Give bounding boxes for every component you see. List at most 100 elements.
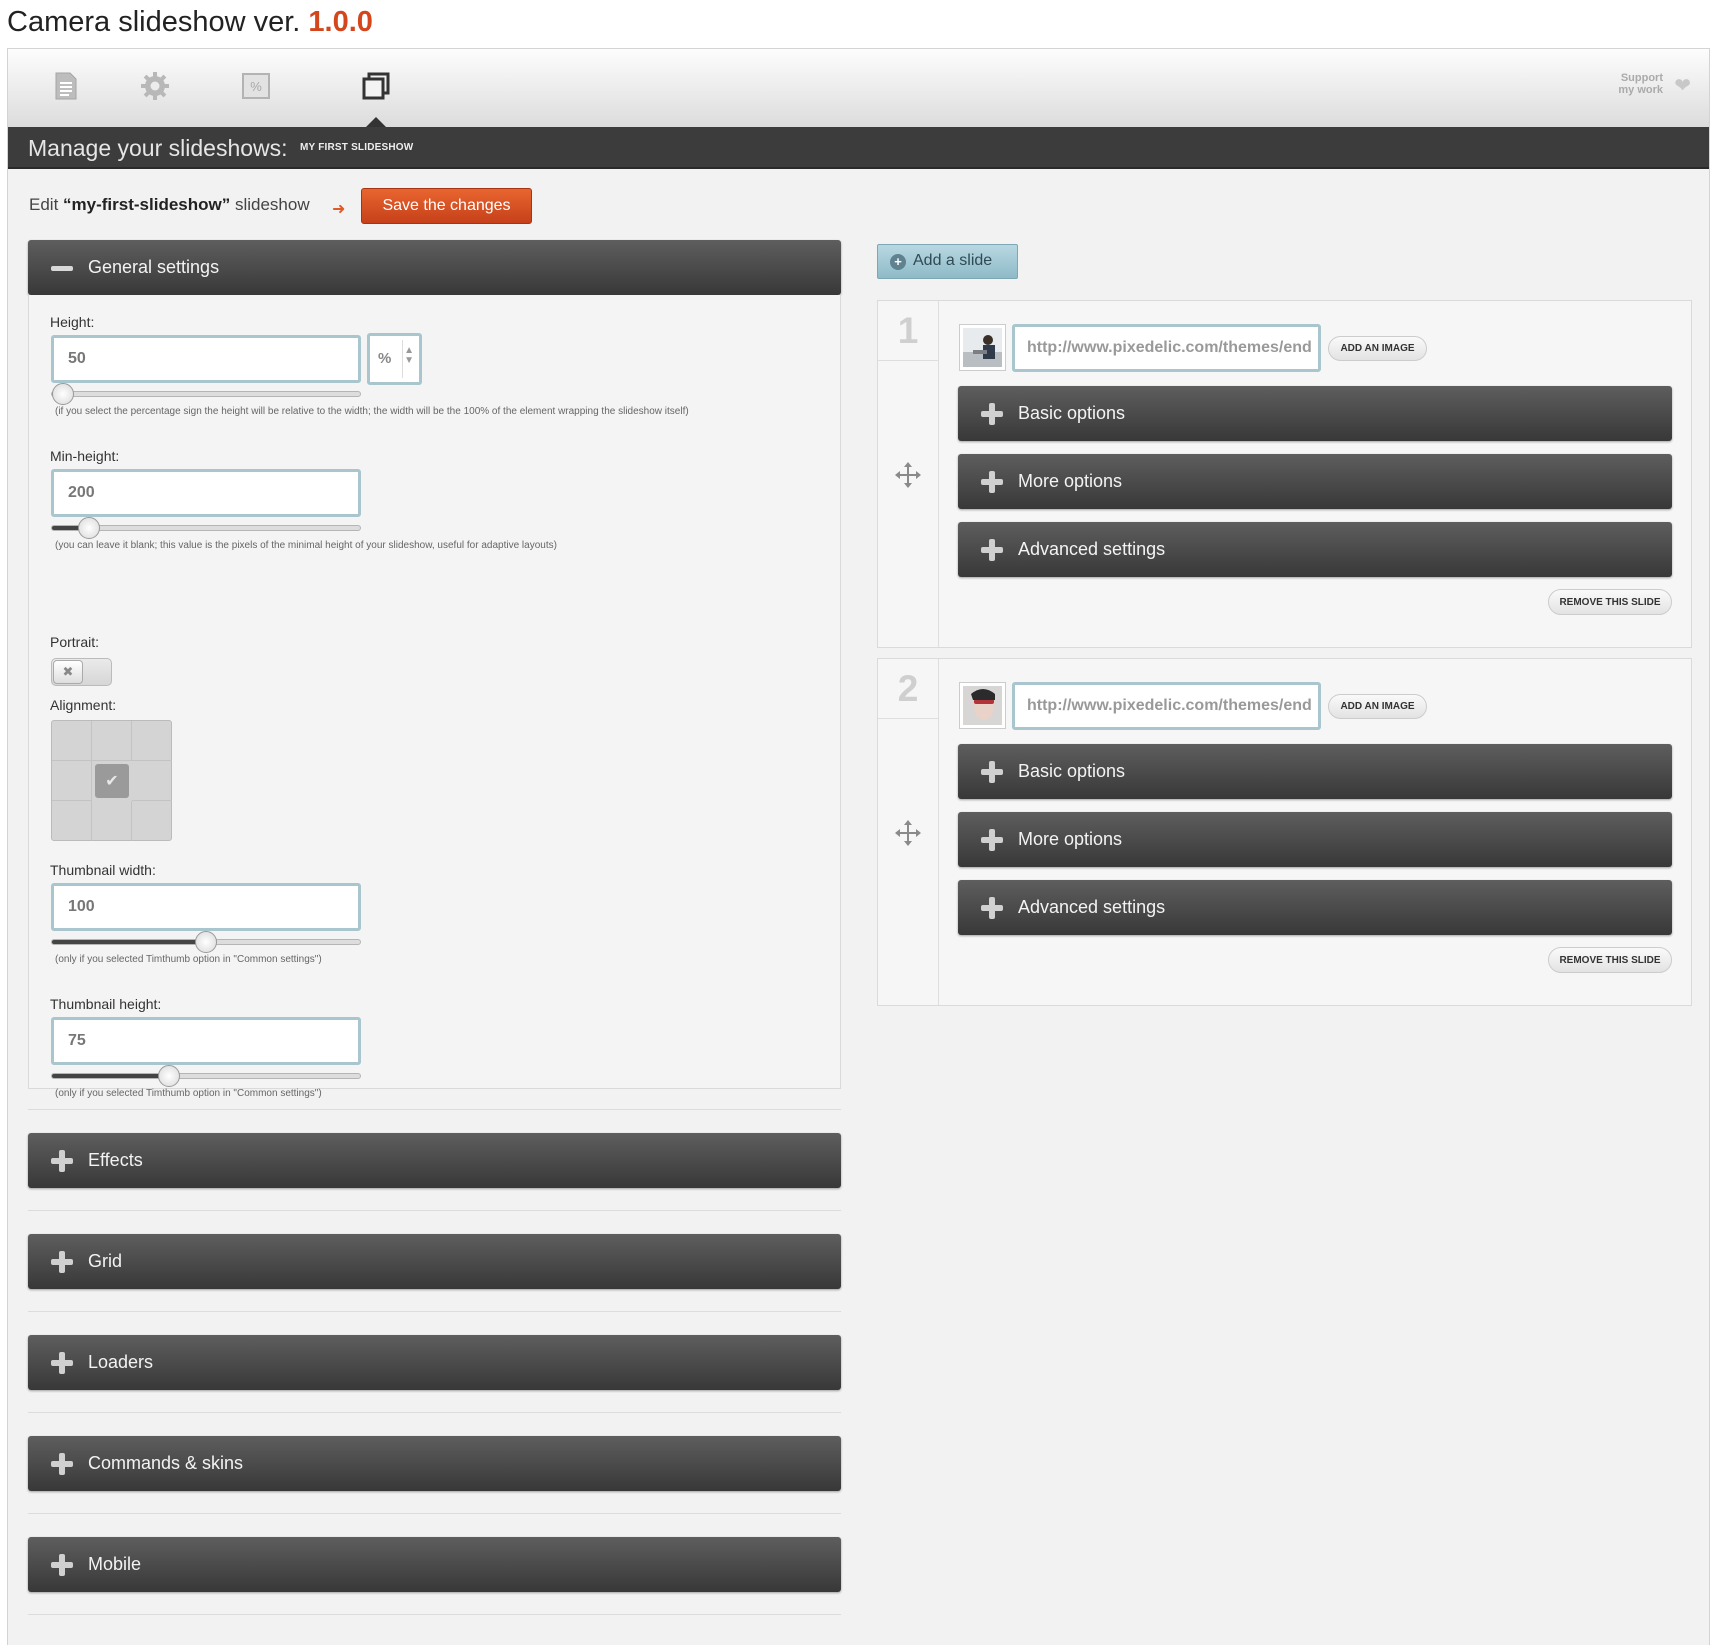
basic-options-header[interactable]: Basic options (958, 744, 1672, 799)
grid-title: Grid (88, 1251, 123, 1271)
min-height-hint: (you can leave it blank; this value is t… (55, 540, 557, 551)
thumbnail-width-slider[interactable] (51, 931, 361, 953)
slide-image (963, 686, 1002, 725)
height-input[interactable]: 50 (51, 335, 361, 383)
advanced-settings-header[interactable]: Advanced settings (958, 880, 1672, 935)
add-image-button[interactable]: ADD AN IMAGE (1328, 336, 1427, 361)
mobile-header[interactable]: Mobile (28, 1537, 841, 1592)
heart-icon[interactable]: ❤ (1674, 73, 1691, 98)
effects-title: Effects (88, 1150, 143, 1170)
slider-handle[interactable] (158, 1065, 180, 1087)
align-middle-right[interactable] (132, 761, 172, 801)
thumbnail-width-label: Thumbnail width: (50, 862, 156, 878)
advanced-settings-title: Advanced settings (1018, 897, 1166, 917)
effects-header[interactable]: Effects (28, 1133, 841, 1188)
slide-handle-column: 2 (878, 659, 939, 1005)
save-changes-button[interactable]: Save the changes (361, 188, 532, 224)
height-unit-value: % (378, 350, 392, 367)
alignment-label: Alignment: (50, 697, 117, 713)
app-name: Camera slideshow ver. (7, 6, 301, 38)
gear-icon[interactable] (138, 69, 172, 103)
slider-handle[interactable] (195, 931, 217, 953)
add-slide-label: Add a slide (913, 252, 993, 269)
commands-skins-header[interactable]: Commands & skins (28, 1436, 841, 1491)
plus-icon (981, 829, 1003, 851)
thumbnail-height-input[interactable]: 75 (51, 1017, 361, 1065)
thumbnail-width-hint: (only if you selected Timthumb option in… (55, 954, 322, 965)
remove-slide-button[interactable]: REMOVE THIS SLIDE (1548, 589, 1672, 615)
slide-thumbnail (959, 324, 1006, 371)
plus-icon (981, 403, 1003, 425)
slider-handle[interactable] (52, 383, 74, 405)
height-slider[interactable] (51, 383, 361, 405)
edit-slideshow-name: “my-first-slideshow” (63, 195, 231, 214)
manage-bar: Manage your slideshows: MY FIRST SLIDESH… (8, 127, 1709, 169)
edit-heading: Edit “my-first-slideshow” slideshow (29, 195, 310, 215)
align-bottom-left[interactable] (52, 801, 92, 841)
more-options-header[interactable]: More options (958, 812, 1672, 867)
basic-options-title: Basic options (1018, 761, 1126, 781)
loaders-header[interactable]: Loaders (28, 1335, 841, 1390)
alignment-grid[interactable]: ✔ (51, 720, 172, 841)
slider-fill (52, 940, 206, 944)
plus-icon (51, 1150, 73, 1172)
grid-header[interactable]: Grid (28, 1234, 841, 1289)
move-icon[interactable] (894, 819, 922, 847)
min-height-slider[interactable] (51, 517, 361, 539)
slide-thumbnail (959, 682, 1006, 729)
mobile-title: Mobile (88, 1554, 142, 1574)
arrow-right-icon: ➜ (332, 201, 346, 218)
main-panel: % Support my work ❤ Manage your slidesho… (7, 48, 1710, 1645)
top-toolbar: % Support my work ❤ (8, 49, 1709, 128)
thumbnail-height-hint: (only if you selected Timthumb option in… (55, 1088, 322, 1099)
slide-card: 2 http://www.pixedelic.com/themes/end AD… (877, 658, 1692, 1006)
thumbnail-height-slider[interactable] (51, 1065, 361, 1087)
slideshows-icon[interactable] (359, 69, 393, 103)
height-unit-select[interactable]: % ▲ ▼ (367, 333, 422, 385)
thumbnail-width-input[interactable]: 100 (51, 883, 361, 931)
slide-url-input[interactable]: http://www.pixedelic.com/themes/end (1012, 324, 1321, 372)
general-settings-panel: Height: 50 % ▲ ▼ (if you select the perce… (28, 295, 841, 1099)
document-icon[interactable] (49, 69, 83, 103)
support-line-1: Support (1620, 72, 1663, 84)
remove-slide-button[interactable]: REMOVE THIS SLIDE (1548, 947, 1672, 973)
current-slideshow-link[interactable]: MY FIRST SLIDESHOW (300, 142, 413, 153)
align-middle-left[interactable] (52, 761, 92, 801)
align-top-left[interactable] (52, 721, 92, 761)
basic-options-header[interactable]: Basic options (958, 386, 1672, 441)
section-separator (28, 1614, 841, 1615)
add-slide-button[interactable]: + Add a slide (877, 244, 1018, 279)
plus-icon (51, 1453, 73, 1475)
slide-card: 1 http://www.pixedelic.com/themes/end AD… (877, 300, 1692, 648)
slide-image (963, 328, 1002, 367)
support-link[interactable]: Support my work (1618, 72, 1663, 96)
loaders-title: Loaders (88, 1352, 154, 1372)
plus-circle-icon: + (890, 254, 906, 270)
advanced-settings-title: Advanced settings (1018, 539, 1166, 559)
slider-handle[interactable] (78, 517, 100, 539)
align-bottom-right[interactable] (132, 801, 172, 841)
section-separator (28, 1412, 841, 1413)
checkmark-icon[interactable]: ✔ (95, 764, 129, 798)
thumbnail-height-label: Thumbnail height: (50, 996, 162, 1012)
slider-fill (52, 1074, 169, 1078)
section-separator (28, 1210, 841, 1211)
percent-image-icon[interactable]: % (239, 69, 273, 103)
more-options-header[interactable]: More options (958, 454, 1672, 509)
add-image-button[interactable]: ADD AN IMAGE (1328, 694, 1427, 719)
version-number: 1.0.0 (308, 6, 373, 38)
general-settings-header[interactable]: General settings (28, 240, 841, 295)
section-separator (28, 1109, 841, 1110)
min-height-input[interactable]: 200 (51, 469, 361, 517)
align-bottom-center[interactable] (92, 801, 132, 841)
plus-icon (981, 897, 1003, 919)
slide-handle-column: 1 (878, 301, 939, 647)
align-top-right[interactable] (132, 721, 172, 761)
align-top-center[interactable] (92, 721, 132, 761)
portrait-toggle[interactable]: ✖ (51, 658, 112, 686)
move-icon[interactable] (894, 461, 922, 489)
plus-icon (51, 1352, 73, 1374)
close-icon: ✖ (53, 660, 83, 684)
advanced-settings-header[interactable]: Advanced settings (958, 522, 1672, 577)
slide-url-input[interactable]: http://www.pixedelic.com/themes/end (1012, 682, 1321, 730)
